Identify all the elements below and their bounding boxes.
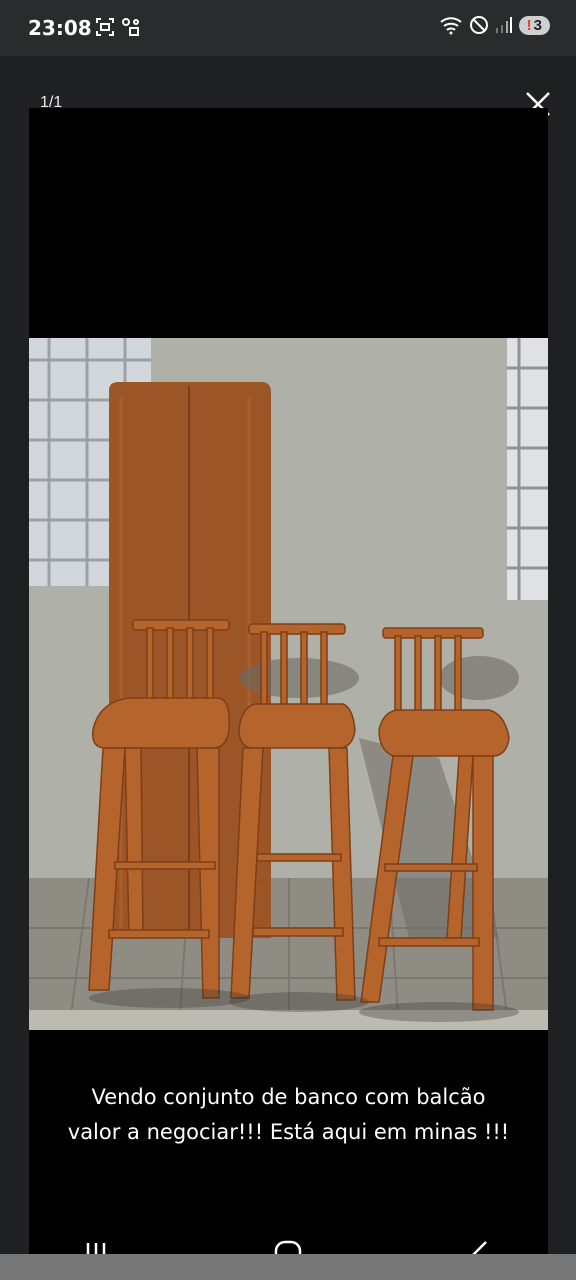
product-photo[interactable] — [29, 338, 548, 1030]
signal-icon — [495, 17, 512, 33]
link-sharing-icon — [122, 18, 139, 36]
caption-line-1: Vendo conjunto de banco com balcão — [91, 1085, 486, 1109]
status-bar: 23:08 ! 3 — [0, 0, 576, 56]
wifi-icon — [440, 17, 462, 35]
alert-mark: ! — [526, 16, 532, 34]
status-left-icons — [95, 17, 141, 37]
caption-line-2: valor a negociar!!! Está aqui em minas !… — [67, 1120, 510, 1144]
screenshot-icon — [96, 18, 114, 36]
status-right-icons: ! 3 — [439, 15, 550, 35]
photo-frame: Vendo conjunto de banco com balcão valor… — [29, 108, 548, 1254]
image-viewer: 1/1 Vendo conjunto de banco com balcão v… — [0, 56, 576, 1254]
status-time: 23:08 — [28, 16, 92, 40]
photo-caption: Vendo conjunto de banco com balcão valor… — [29, 1080, 548, 1150]
notification-count: 3 — [533, 16, 542, 34]
notification-badge: ! 3 — [518, 15, 550, 35]
bottom-strip — [0, 1254, 576, 1280]
do-not-disturb-icon — [469, 16, 488, 34]
